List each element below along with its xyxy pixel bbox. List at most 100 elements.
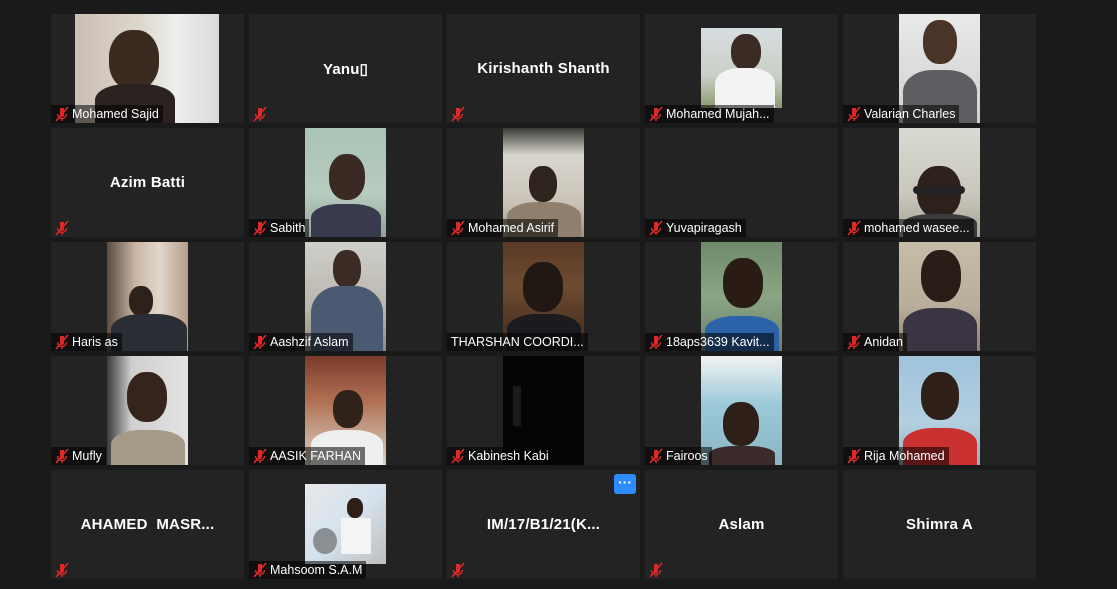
participant-name: Kabinesh Kabi bbox=[468, 449, 549, 463]
participant-name: Mohamed Sajid bbox=[72, 107, 159, 121]
muted-mic-icon bbox=[845, 447, 863, 465]
name-label: Mohamed Asirif bbox=[447, 219, 559, 237]
muted-mic-icon bbox=[449, 105, 467, 123]
participant-name: Mufly bbox=[72, 449, 102, 463]
participant-name: 18aps3639 Kavit... bbox=[666, 335, 770, 349]
participant-tile[interactable]: Valarian Charles bbox=[843, 14, 1036, 123]
muted-mic-icon bbox=[845, 219, 863, 237]
participant-name: Fairoos bbox=[666, 449, 708, 463]
muted-mic-icon bbox=[53, 447, 71, 465]
participant-display-name: Aslam bbox=[718, 516, 765, 533]
participant-tile[interactable]: Kabinesh Kabi bbox=[447, 356, 640, 465]
participant-tile[interactable]: Mufly bbox=[51, 356, 244, 465]
name-label: THARSHAN COORDI... bbox=[447, 333, 588, 351]
participant-tile[interactable]: Mohamed Asirif bbox=[447, 128, 640, 237]
participant-tile[interactable]: AHAMED MASR... bbox=[51, 470, 244, 579]
muted-mic-icon bbox=[845, 105, 863, 123]
participant-tile[interactable]: Aslam bbox=[645, 470, 838, 579]
name-label: Mufly bbox=[51, 447, 106, 465]
participant-name: Aashzif Aslam bbox=[270, 335, 349, 349]
muted-mic-icon bbox=[53, 561, 71, 579]
participant-name: THARSHAN COORDI... bbox=[451, 335, 584, 349]
muted-mic-icon bbox=[647, 333, 665, 351]
participant-tile[interactable]: Yanu▯ bbox=[249, 14, 442, 123]
video-feed bbox=[899, 242, 980, 351]
name-label: Yuvapiragash bbox=[645, 219, 746, 237]
participant-display-name: AHAMED MASR... bbox=[80, 516, 215, 533]
name-label: 18aps3639 Kavit... bbox=[645, 333, 774, 351]
participant-tile[interactable]: Mohamed Sajid bbox=[51, 14, 244, 123]
muted-mic-icon bbox=[251, 105, 269, 123]
muted-mic-icon bbox=[449, 219, 467, 237]
participant-tile[interactable]: Fairoos bbox=[645, 356, 838, 465]
name-label bbox=[447, 561, 471, 579]
name-label bbox=[249, 105, 273, 123]
participant-name: Mohamed Mujah... bbox=[666, 107, 770, 121]
name-label: Fairoos bbox=[645, 447, 712, 465]
name-label: Mohamed Mujah... bbox=[645, 105, 774, 123]
muted-mic-icon bbox=[53, 333, 71, 351]
participant-name: mohamed wasee... bbox=[864, 221, 970, 235]
participant-name: Anidan bbox=[864, 335, 903, 349]
name-label: Aashzif Aslam bbox=[249, 333, 353, 351]
participant-tile[interactable]: Mohamed Mujah... bbox=[645, 14, 838, 123]
muted-mic-icon bbox=[449, 447, 467, 465]
participant-tile[interactable]: Rija Mohamed bbox=[843, 356, 1036, 465]
muted-mic-icon bbox=[647, 447, 665, 465]
muted-mic-icon bbox=[647, 219, 665, 237]
participant-display-name: Kirishanth Shanth bbox=[477, 60, 610, 77]
muted-mic-icon bbox=[647, 105, 665, 123]
participant-tile[interactable]: AASIK FARHAN bbox=[249, 356, 442, 465]
name-label: mohamed wasee... bbox=[843, 219, 974, 237]
participant-tile[interactable]: 18aps3639 Kavit... bbox=[645, 242, 838, 351]
name-label: Rija Mohamed bbox=[843, 447, 949, 465]
participant-name: Yuvapiragash bbox=[666, 221, 742, 235]
muted-mic-icon bbox=[449, 561, 467, 579]
participant-name: Valarian Charles bbox=[864, 107, 956, 121]
participant-tile[interactable]: Sabith bbox=[249, 128, 442, 237]
participant-tile[interactable]: Azim Batti bbox=[51, 128, 244, 237]
name-label bbox=[51, 561, 75, 579]
participant-tile[interactable]: mohamed wasee... bbox=[843, 128, 1036, 237]
video-feed bbox=[305, 128, 386, 237]
name-label: Valarian Charles bbox=[843, 105, 960, 123]
participant-name: Haris as bbox=[72, 335, 118, 349]
participant-tile[interactable]: Shimra A bbox=[843, 470, 1036, 579]
name-label: Sabith bbox=[249, 219, 310, 237]
participant-name: Rija Mohamed bbox=[864, 449, 945, 463]
participant-display-name: IM/17/B1/21(K... bbox=[486, 516, 601, 533]
participant-display-name: Azim Batti bbox=[109, 174, 186, 191]
participant-display-name: Yanu▯ bbox=[322, 61, 369, 78]
name-label: Mahsoom S.A.M bbox=[249, 561, 367, 579]
muted-mic-icon bbox=[53, 219, 71, 237]
name-label bbox=[447, 105, 471, 123]
name-label: Mohamed Sajid bbox=[51, 105, 163, 123]
name-label bbox=[645, 561, 669, 579]
gallery-view: Mohamed Sajid Yanu▯ Kirishanth Shanth Mo… bbox=[51, 14, 1036, 580]
muted-mic-icon bbox=[251, 333, 269, 351]
participant-tile[interactable]: Haris as bbox=[51, 242, 244, 351]
participant-tile[interactable]: Anidan bbox=[843, 242, 1036, 351]
participant-tile[interactable]: IM/17/B1/21(K... bbox=[447, 470, 640, 579]
muted-mic-icon bbox=[251, 561, 269, 579]
more-options-button[interactable]: ··· bbox=[614, 474, 636, 494]
participant-tile[interactable]: Aashzif Aslam bbox=[249, 242, 442, 351]
name-label: Anidan bbox=[843, 333, 907, 351]
participant-tile[interactable]: THARSHAN COORDI... bbox=[447, 242, 640, 351]
video-feed bbox=[107, 356, 188, 465]
participant-tile[interactable]: Mahsoom S.A.M bbox=[249, 470, 442, 579]
participant-display-name: Shimra A bbox=[906, 516, 973, 533]
name-label: AASIK FARHAN bbox=[249, 447, 365, 465]
video-feed bbox=[701, 28, 782, 108]
participant-name: Mahsoom S.A.M bbox=[270, 563, 363, 577]
participant-tile[interactable]: Kirishanth Shanth bbox=[447, 14, 640, 123]
video-feed bbox=[701, 356, 782, 465]
muted-mic-icon bbox=[53, 105, 71, 123]
muted-mic-icon bbox=[647, 561, 665, 579]
participant-name: Mohamed Asirif bbox=[468, 221, 555, 235]
video-feed bbox=[305, 484, 386, 564]
participant-tile[interactable]: Yuvapiragash bbox=[645, 128, 838, 237]
name-label bbox=[51, 219, 75, 237]
muted-mic-icon bbox=[251, 447, 269, 465]
muted-mic-icon bbox=[251, 219, 269, 237]
